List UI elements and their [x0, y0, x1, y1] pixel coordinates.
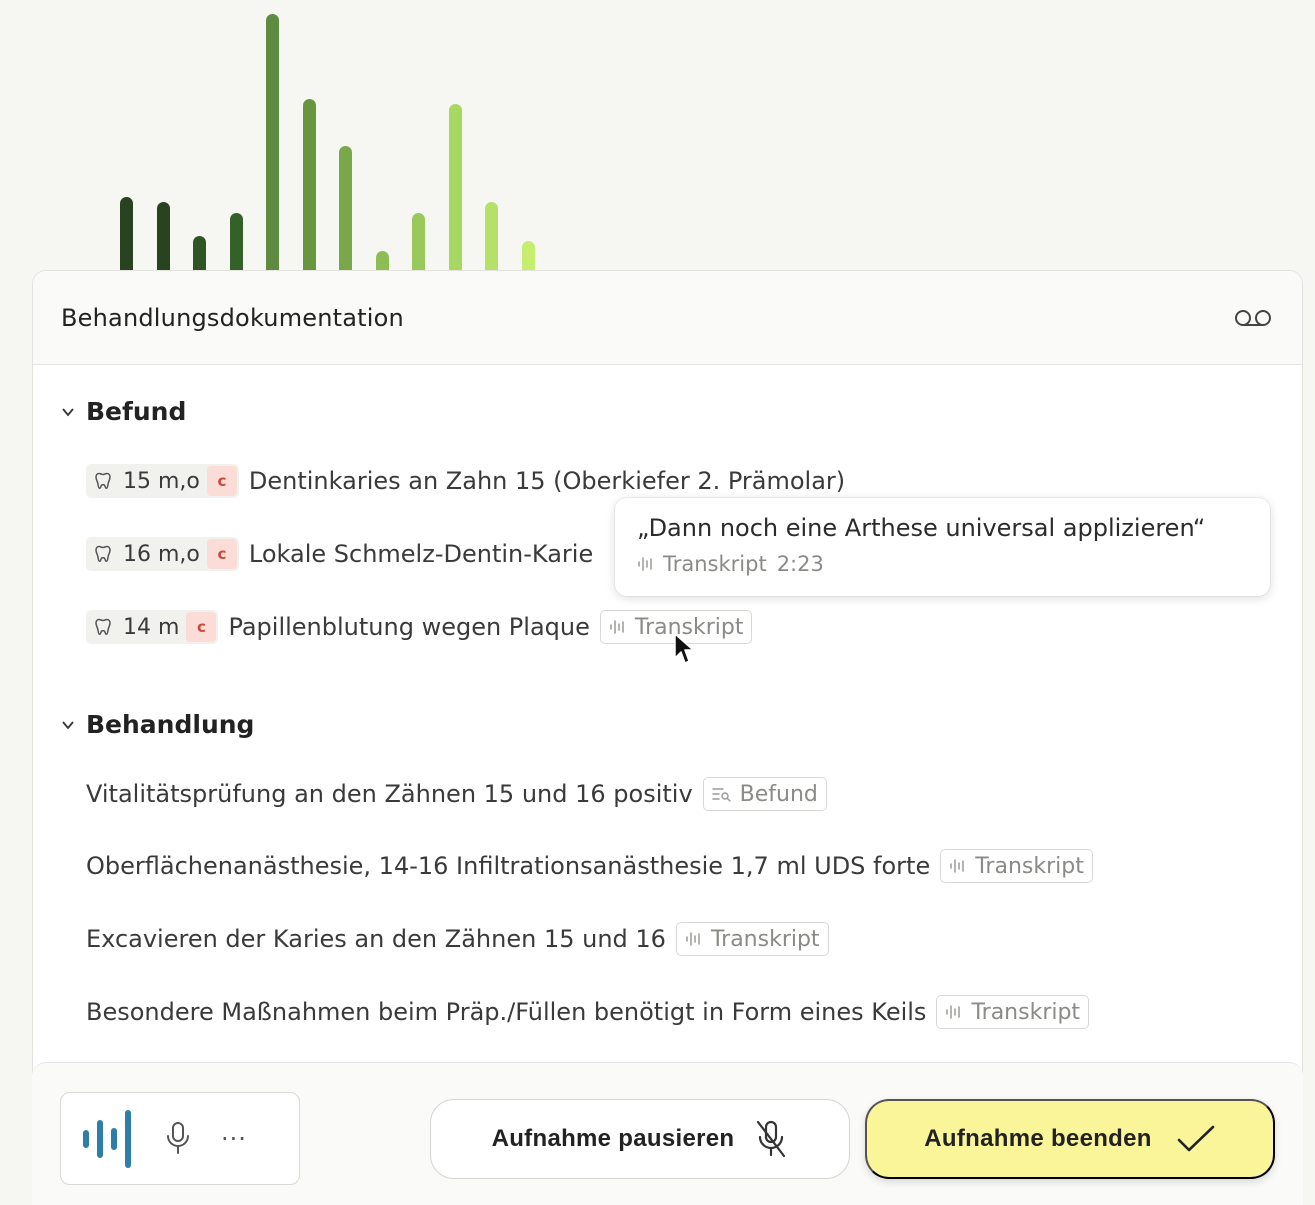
pause-recording-button[interactable]: Aufnahme pausieren [430, 1099, 850, 1179]
waveform-icon [686, 932, 700, 946]
tooth-chip[interactable]: 16 m,o c [86, 537, 239, 571]
transcript-tag[interactable]: Transkript [940, 849, 1093, 883]
tooth-chip[interactable]: 14 m c [86, 610, 219, 644]
transcript-tag[interactable]: Transkript [675, 922, 829, 956]
befund-item: 16 m,o c Lokale Schmelz-Dentin-Karie [86, 537, 593, 571]
tag-label: Transkript [975, 853, 1084, 879]
behandlung-item: Vitalitätsprüfung an den Zähnen 15 und 1… [86, 777, 827, 811]
audio-waveform-icon[interactable] [81, 1109, 135, 1169]
tooltip-meta: Transkript 2:23 [637, 552, 1248, 576]
caries-badge: c [186, 612, 217, 642]
caries-badge: c [206, 539, 237, 569]
tooth-position: 16 m,o [123, 541, 200, 567]
waveform-icon [950, 859, 964, 873]
visualizer-bar [485, 202, 498, 272]
tooltip-source: Transkript [663, 552, 767, 576]
visualizer-bar [375, 251, 389, 272]
transcript-tooltip: „Dann noch eine Arthese universal appliz… [615, 498, 1270, 596]
tooth-icon [95, 618, 111, 636]
visualizer-bar [193, 236, 206, 272]
befund-item: 15 m,o c Dentinkaries an Zahn 15 (Oberki… [86, 464, 845, 498]
tooltip-timestamp: 2:23 [776, 552, 824, 576]
visualizer-bar [302, 99, 316, 272]
tooth-chip[interactable]: 15 m,o c [86, 464, 239, 498]
visualizer-bar [412, 213, 425, 272]
waveform-icon [638, 557, 652, 571]
tag-label: Transkript [710, 926, 820, 952]
visualizer-bar [448, 104, 462, 272]
end-recording-button[interactable]: Aufnahme beenden [865, 1099, 1275, 1179]
waveform-icon [610, 620, 624, 634]
microphone-off-icon [757, 1120, 786, 1158]
section-befund-heading: Befund [86, 397, 187, 426]
card-title: Behandlungsdokumentation [61, 303, 404, 332]
befund-text: Lokale Schmelz-Dentin-Karie [248, 540, 594, 568]
visualizer-bar [266, 14, 279, 272]
befund-text: Papillenblutung wegen Plaque [228, 613, 590, 641]
findings-tag[interactable]: Befund [702, 777, 827, 811]
behandlung-item: Besondere Maßnahmen beim Präp./Füllen be… [86, 995, 1090, 1029]
visualizer-bar [521, 241, 535, 272]
end-label: Aufnahme beenden [924, 1125, 1152, 1152]
waveform-icon [946, 1005, 961, 1019]
section-behandlung-heading: Behandlung [86, 710, 255, 739]
pause-label: Aufnahme pausieren [491, 1125, 735, 1152]
behandlung-text: Excavieren der Karies an den Zähnen 15 u… [86, 925, 666, 953]
tooth-position: 15 m,o [123, 468, 200, 494]
behandlung-item: Excavieren der Karies an den Zähnen 15 u… [86, 922, 829, 956]
befund-text: Dentinkaries an Zahn 15 (Oberkiefer 2. P… [248, 467, 846, 495]
voicemail-icon[interactable] [1234, 308, 1274, 328]
more-options-button[interactable]: ··· [221, 1125, 247, 1153]
transcript-tag[interactable]: Transkript [936, 995, 1090, 1029]
visualizer-bar [229, 213, 243, 272]
chevron-down-icon [62, 720, 74, 729]
chevron-down-icon [62, 407, 74, 416]
mouse-cursor-icon [674, 633, 694, 664]
findings-icon [711, 788, 731, 802]
visualizer-bar [120, 197, 133, 272]
caries-badge: c [206, 466, 237, 496]
audio-level-visualizer [0, 0, 600, 272]
tag-label: Transkript [971, 999, 1081, 1025]
tooltip-quote: „Dann noch eine Arthese universal appliz… [637, 514, 1206, 542]
behandlung-text: Vitalitätsprüfung an den Zähnen 15 und 1… [86, 780, 693, 808]
tooth-position: 14 m [123, 614, 180, 640]
behandlung-item: Oberflächenanästhesie, 14-16 Infiltratio… [86, 849, 1093, 883]
microphone-icon[interactable] [165, 1121, 191, 1157]
card-header: Behandlungsdokumentation [33, 271, 1302, 365]
tag-label: Befund [739, 781, 818, 807]
visualizer-bar [339, 146, 352, 272]
visualizer-bar [156, 202, 170, 272]
checkmark-icon [1177, 1125, 1215, 1152]
section-befund-toggle[interactable]: Befund [60, 397, 186, 426]
section-behandlung-toggle[interactable]: Behandlung [60, 710, 254, 739]
recording-controls: ··· [60, 1092, 300, 1185]
tooth-icon [95, 545, 111, 563]
behandlung-text: Besondere Maßnahmen beim Präp./Füllen be… [86, 998, 927, 1026]
befund-item: 14 m c Papillenblutung wegen Plaque Tran… [86, 610, 753, 644]
tooth-icon [95, 472, 111, 490]
behandlung-text: Oberflächenanästhesie, 14-16 Infiltratio… [86, 852, 931, 880]
